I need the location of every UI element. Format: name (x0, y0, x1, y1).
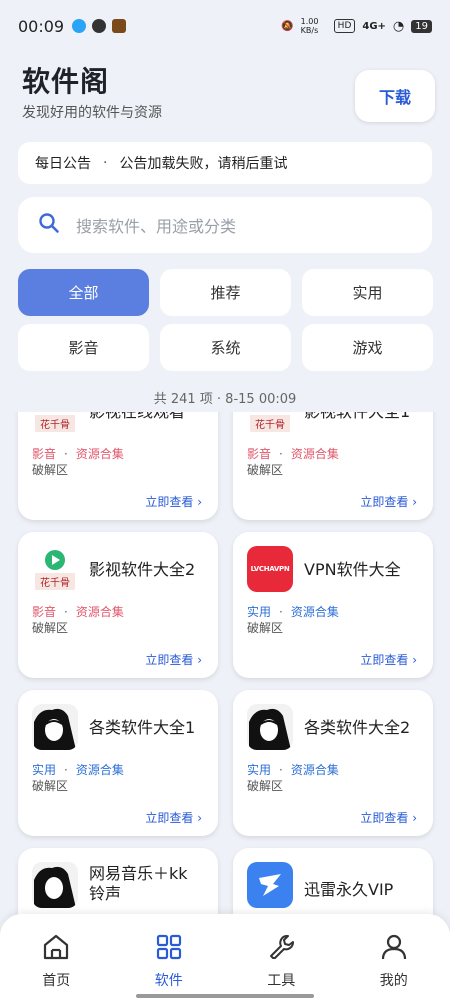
status-bar: 00:09 🔕 1.00 KB/s HD 4G+ ◔ 19 (0, 0, 450, 52)
software-card[interactable]: LVCHAVPN VPN软件大全 实用 · 资源合集 破解区 立即查看 › (233, 532, 433, 678)
vpn-icon-text: LVCHAVPN (250, 565, 290, 573)
search-icon (38, 212, 60, 238)
filter-games[interactable]: 游戏 (302, 324, 433, 371)
nav-tools[interactable]: 工具 (225, 914, 338, 1003)
xunlei-app-icon (247, 862, 293, 908)
nav-software-label: 软件 (154, 973, 183, 989)
view-now-link[interactable]: 立即查看 › (360, 651, 417, 668)
signal-label: 4G+ (362, 20, 386, 32)
filter-all[interactable]: 全部 (18, 269, 149, 316)
vpn-app-icon: LVCHAVPN (247, 546, 293, 592)
software-card[interactable]: 花千骨 影视在线观看 影音·资源合集 破解区 立即查看 › (18, 412, 218, 520)
software-card[interactable]: 花千骨 影视软件大全1 影音·资源合集 破解区 立即查看 › (233, 412, 433, 520)
card-collection: 资源合集 (75, 447, 124, 461)
filter-utility[interactable]: 实用 (302, 269, 433, 316)
software-card[interactable]: 花千骨 影视软件大全2 影音 · 资源合集 破解区 立即查看 › (18, 532, 218, 678)
view-now-link[interactable]: 立即查看 › (360, 493, 417, 510)
nav-tools-label: 工具 (267, 973, 296, 989)
nav-me[interactable]: 我的 (338, 914, 450, 1003)
card-collection: 资源合集 (290, 447, 339, 461)
card-collection: 资源合集 (75, 763, 124, 777)
svg-text:花千骨: 花千骨 (40, 576, 70, 589)
svg-text:花千骨: 花千骨 (255, 418, 285, 431)
card-title: 影视软件大全2 (89, 560, 196, 579)
card-title: 各类软件大全1 (89, 718, 196, 737)
grid-icon (154, 932, 184, 966)
card-category: 影音 (32, 605, 57, 619)
card-collection: 资源合集 (290, 605, 339, 619)
card-collection: 资源合集 (290, 763, 339, 777)
bottom-nav: 首页 软件 工具 我的 (0, 914, 450, 1003)
battery-icon: 19 (411, 19, 432, 33)
net-speed: 1.00 KB/s (300, 17, 319, 35)
card-collection: 资源合集 (75, 605, 124, 619)
card-section: 破解区 (32, 621, 69, 635)
page-subtitle: 发现好用的软件与资源 (22, 105, 162, 121)
status-time: 00:09 (18, 16, 65, 36)
card-category: 实用 (32, 763, 57, 777)
search-input[interactable]: 搜索软件、用途或分类 (76, 213, 236, 237)
page-title: 软件阁 (22, 65, 110, 98)
mute-icon: 🔕 (281, 20, 294, 32)
filter-system[interactable]: 系统 (160, 324, 291, 371)
filter-recommended[interactable]: 推荐 (160, 269, 291, 316)
app-notification-icon (112, 19, 127, 33)
software-card[interactable]: 各类软件大全2 实用 · 资源合集 破解区 立即查看 › (233, 690, 433, 836)
filter-media[interactable]: 影音 (18, 324, 149, 371)
home-icon (41, 932, 71, 966)
card-section: 破解区 (32, 779, 69, 793)
view-now-link[interactable]: 立即查看 › (145, 651, 202, 668)
info-icon (92, 19, 107, 33)
announcement-bar[interactable]: 每日公告 · 公告加载失败，请稍后重试 (18, 142, 432, 184)
app-icon: 花千骨 (247, 412, 293, 434)
card-section: 破解区 (247, 779, 284, 793)
app-icon (32, 704, 78, 750)
card-title: 影视在线观看 (89, 412, 185, 422)
page-header: 软件阁 发现好用的软件与资源 (22, 60, 162, 122)
app-icon (247, 704, 293, 750)
nav-me-label: 我的 (379, 973, 408, 989)
nav-home-label: 首页 (42, 973, 71, 989)
card-section: 破解区 (247, 463, 284, 477)
nav-software[interactable]: 软件 (113, 914, 226, 1003)
svg-text:花千骨: 花千骨 (40, 418, 70, 431)
category-filters: 全部 推荐 实用 影音 系统 游戏 (18, 269, 433, 371)
announcement-message: 公告加载失败，请稍后重试 (119, 156, 288, 172)
app-icon: 花千骨 (32, 546, 78, 592)
card-title-line2: 铃声 (89, 884, 122, 903)
view-now-link[interactable]: 立即查看 › (360, 809, 417, 826)
card-title: 各类软件大全2 (304, 718, 411, 737)
card-category: 影音 (247, 447, 272, 461)
card-category: 实用 (247, 763, 272, 777)
software-card[interactable]: 各类软件大全1 实用 · 资源合集 破解区 立即查看 › (18, 690, 218, 836)
hd-badge: HD (333, 19, 356, 33)
wrench-icon (266, 932, 296, 966)
view-now-link[interactable]: 立即查看 › (145, 809, 202, 826)
card-category: 实用 (247, 605, 272, 619)
card-title: 迅雷永久VIP (304, 880, 394, 899)
announcement-label: 每日公告 (35, 156, 91, 172)
app-icon (32, 862, 78, 908)
card-section: 破解区 (32, 463, 69, 477)
home-indicator[interactable] (136, 994, 314, 998)
card-title: VPN软件大全 (304, 560, 401, 579)
card-category: 影音 (32, 447, 57, 461)
card-title: 影视软件大全1 (304, 412, 410, 422)
qq-icon (72, 19, 87, 33)
download-button[interactable]: 下载 (355, 70, 435, 122)
wifi-icon: ◔ (392, 18, 405, 34)
card-section: 破解区 (247, 621, 284, 635)
nav-home[interactable]: 首页 (0, 914, 113, 1003)
search-bar[interactable]: 搜索软件、用途或分类 (18, 197, 432, 253)
view-now-link[interactable]: 立即查看 › (145, 493, 202, 510)
result-count: 共 241 项 · 8-15 00:09 (153, 392, 297, 407)
announcement-separator: · (103, 155, 108, 171)
card-title: 网易音乐＋kk (89, 864, 188, 883)
app-icon: 花千骨 (32, 412, 78, 434)
user-icon (379, 932, 409, 966)
